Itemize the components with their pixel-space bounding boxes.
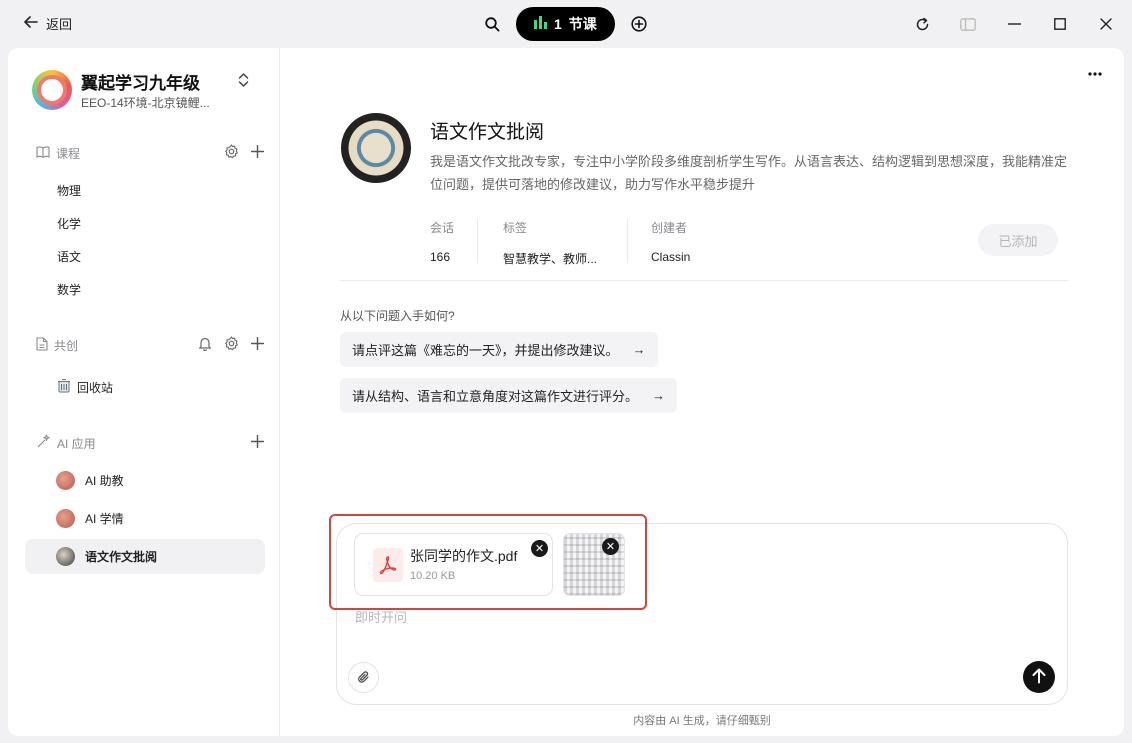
ai-item-label: AI 助教 bbox=[85, 474, 124, 488]
lesson-unit: 节课 bbox=[568, 16, 597, 32]
gear-icon[interactable] bbox=[224, 144, 239, 162]
courses-tools bbox=[224, 144, 265, 162]
courses-label: 课程 bbox=[56, 146, 81, 161]
school-name: 翼起学习九年级 bbox=[81, 74, 200, 93]
suggestion-text: 请点评这篇《难忘的一天》，并提出修改建议。 bbox=[352, 343, 619, 358]
send-button[interactable] bbox=[1023, 661, 1055, 693]
ai-section-header: AI 应用 bbox=[36, 433, 265, 453]
arrow-right-icon: → bbox=[632, 342, 646, 357]
sidebar-item-recycle-bin[interactable]: 回收站 bbox=[57, 378, 113, 396]
bar-chart-icon bbox=[534, 16, 547, 32]
doc-icon bbox=[36, 336, 48, 354]
cocreate-section-header: 共创 bbox=[36, 335, 265, 355]
avatar bbox=[56, 547, 75, 566]
bell-icon[interactable] bbox=[198, 336, 212, 354]
divider bbox=[340, 280, 1068, 281]
plus-circle-icon[interactable] bbox=[627, 12, 651, 36]
suggestion-chip[interactable]: 请从结构、语言和立意角度对这篇作文进行评分。 → bbox=[340, 378, 678, 413]
school-switcher[interactable]: 翼起学习九年级 EEO-14环境-北京镜鲤... bbox=[32, 68, 262, 112]
main-panel: 翼起学习九年级 EEO-14环境-北京镜鲤... 课程 物理 化学 语文 数学 … bbox=[8, 48, 1124, 736]
book-icon bbox=[36, 145, 50, 161]
maximize-icon[interactable] bbox=[1048, 12, 1072, 36]
ai-disclaimer: 内容由 AI 生成，请仔细甄别 bbox=[633, 715, 771, 727]
sidebar-item-chemistry[interactable]: 化学 bbox=[57, 215, 81, 232]
agent-description: 我是语文作文批改专家，专注中小学阶段多维度剖析学生写作。从语言表达、结构逻辑到思… bbox=[430, 154, 1068, 192]
chevron-updown-icon[interactable] bbox=[238, 72, 249, 91]
agent-title: 语文作文批阅 bbox=[430, 122, 545, 143]
tags-label: 标签 bbox=[503, 221, 528, 235]
suggestion-text: 请从结构、语言和立意角度对这篇作文进行评分。 bbox=[352, 389, 639, 404]
school-subtitle: EEO-14环境-北京镜鲤... bbox=[81, 96, 210, 110]
tags-value: 智慧教学、教师... bbox=[503, 252, 598, 266]
lesson-count: 1 bbox=[554, 16, 562, 32]
meta-sessions: 会话 166 bbox=[430, 219, 454, 264]
lesson-button[interactable]: 1 节课 bbox=[516, 7, 615, 41]
minimize-icon[interactable] bbox=[1002, 12, 1026, 36]
avatar bbox=[56, 509, 75, 528]
ai-label: AI 应用 bbox=[57, 436, 96, 451]
school-logo bbox=[32, 70, 72, 110]
sidebar-item-chinese[interactable]: 语文 bbox=[57, 248, 81, 265]
agent-avatar bbox=[341, 113, 411, 183]
refresh-icon[interactable] bbox=[910, 12, 934, 36]
arrow-left-icon bbox=[24, 16, 38, 31]
meta-divider bbox=[627, 219, 628, 263]
avatar bbox=[56, 471, 75, 490]
composer-input[interactable]: 即时开问 bbox=[355, 607, 407, 626]
courses-section-header: 课程 bbox=[36, 143, 265, 163]
meta-divider bbox=[477, 219, 478, 263]
sessions-value: 166 bbox=[430, 250, 451, 264]
sidebar-item-math[interactable]: 数学 bbox=[57, 281, 81, 298]
attached-file-card[interactable]: 张同学的作文.pdf 10.20 KB ✕ bbox=[354, 533, 553, 596]
plus-icon[interactable] bbox=[250, 434, 265, 451]
sidebar-item-essay-review[interactable]: 语文作文批阅 bbox=[25, 539, 265, 574]
chat-composer: 张同学的作文.pdf 10.20 KB ✕ ✕ 即时开问 bbox=[336, 523, 1068, 705]
creator-label: 创建者 bbox=[651, 221, 688, 235]
ai-item-label: 语文作文批阅 bbox=[85, 550, 158, 564]
remove-file-button[interactable]: ✕ bbox=[531, 540, 548, 557]
titlebar-center: 1 节课 bbox=[480, 7, 651, 41]
sparkle-icon bbox=[36, 434, 51, 452]
title-bar: 返回 1 节课 bbox=[0, 0, 1132, 48]
back-button[interactable]: 返回 bbox=[24, 14, 72, 33]
close-icon[interactable] bbox=[1094, 12, 1118, 36]
paperclip-icon[interactable] bbox=[348, 662, 379, 693]
ai-item-label: AI 学情 bbox=[85, 512, 124, 526]
suggestion-chip[interactable]: 请点评这篇《难忘的一天》，并提出修改建议。 → bbox=[340, 332, 658, 367]
file-name: 张同学的作文.pdf bbox=[410, 548, 518, 564]
sidebar-item-ai-assistant[interactable]: AI 助教 bbox=[25, 463, 265, 498]
cocreate-tools bbox=[198, 336, 265, 354]
meta-tags: 标签 智慧教学、教师... bbox=[503, 219, 597, 267]
pdf-icon bbox=[373, 548, 403, 582]
trash-icon bbox=[57, 378, 71, 396]
gear-icon[interactable] bbox=[224, 336, 239, 354]
more-icon[interactable] bbox=[1088, 64, 1102, 79]
back-label: 返回 bbox=[46, 17, 73, 32]
sessions-label: 会话 bbox=[430, 221, 455, 235]
sidebar: 翼起学习九年级 EEO-14环境-北京镜鲤... 课程 物理 化学 语文 数学 … bbox=[8, 48, 280, 736]
arrow-right-icon: → bbox=[652, 388, 666, 403]
added-button[interactable]: 已添加 bbox=[978, 224, 1058, 256]
window-controls bbox=[910, 12, 1118, 36]
plus-icon[interactable] bbox=[250, 144, 265, 161]
cocreate-label: 共创 bbox=[54, 338, 79, 353]
file-size: 10.20 KB bbox=[410, 570, 456, 582]
meta-creator: 创建者 Classin bbox=[651, 219, 690, 264]
recycle-label: 回收站 bbox=[77, 380, 114, 395]
arrow-up-icon bbox=[1032, 668, 1046, 687]
creator-value: Classin bbox=[651, 250, 691, 264]
sidebar-item-ai-learning[interactable]: AI 学情 bbox=[25, 501, 265, 536]
search-icon[interactable] bbox=[480, 12, 504, 36]
ai-tools bbox=[250, 434, 265, 451]
suggestions-heading: 从以下问题入手如何? bbox=[340, 309, 455, 323]
sidebar-icon[interactable] bbox=[956, 12, 980, 36]
plus-icon[interactable] bbox=[250, 336, 265, 353]
sidebar-item-physics[interactable]: 物理 bbox=[57, 182, 81, 199]
remove-image-button[interactable]: ✕ bbox=[602, 538, 619, 555]
